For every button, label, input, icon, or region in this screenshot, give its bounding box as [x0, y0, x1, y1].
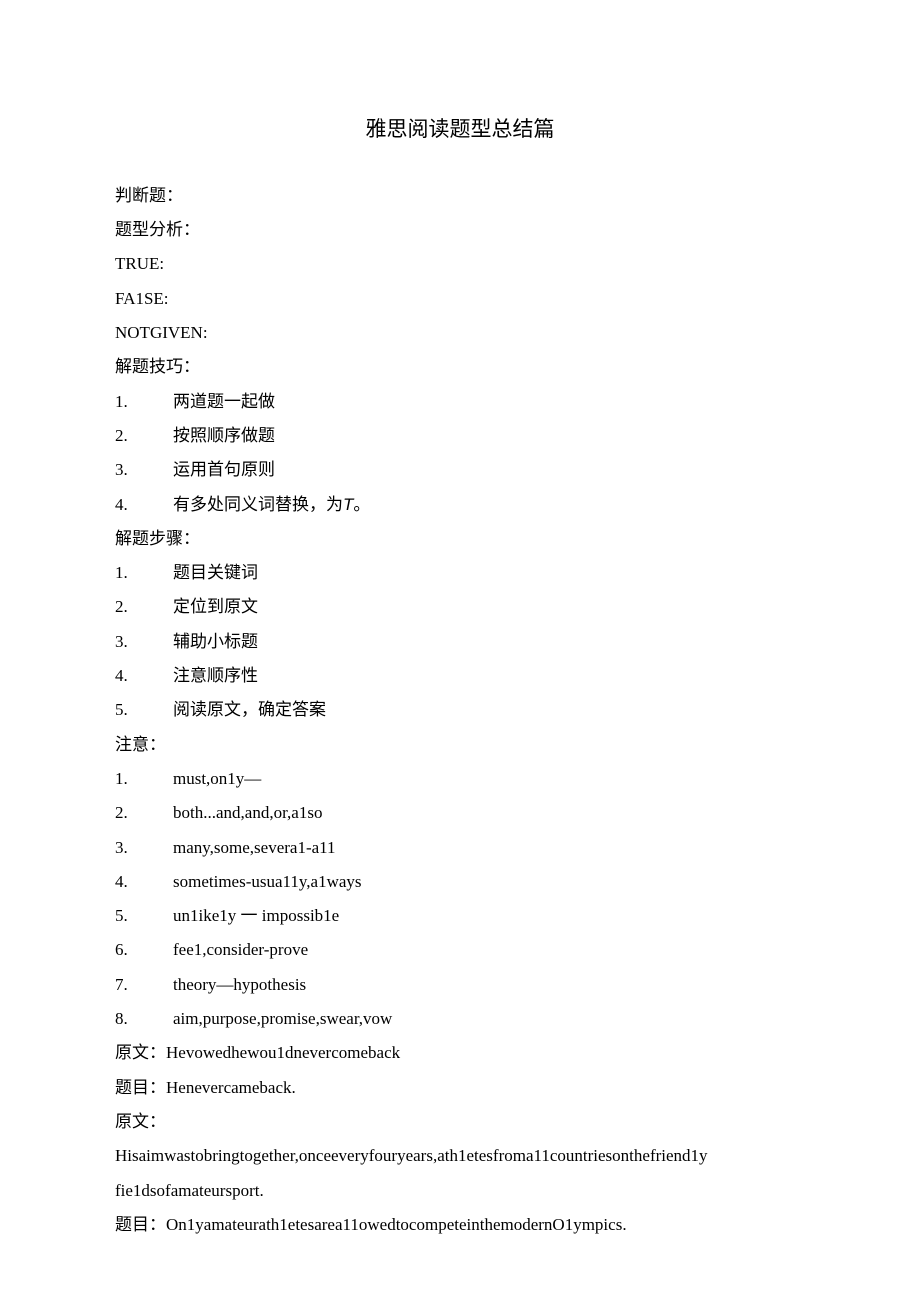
example2-source-line1: Hisaimwastobringtogether,onceeveryfourye… [115, 1140, 805, 1172]
example1-question: 题目：Henevercameback. [115, 1072, 805, 1104]
skills-label: 解题技巧： [115, 351, 805, 383]
list-item: 2. 按照顺序做题 [115, 420, 805, 452]
list-text: 题目关键词 [173, 557, 805, 589]
list-number: 8. [115, 1003, 173, 1035]
list-text: 两道题一起做 [173, 386, 805, 418]
list-item: 1. 题目关键词 [115, 557, 805, 589]
list-number: 5. [115, 694, 173, 726]
list-text: theory—hypothesis [173, 969, 805, 1001]
list-text-post: 。 [353, 495, 370, 514]
list-text: 辅助小标题 [173, 626, 805, 658]
example1-source: 原文：Hevowedhewou1dnevercomeback [115, 1037, 805, 1069]
example2-source-line2: fie1dsofamateursport. [115, 1175, 805, 1207]
list-number: 3. [115, 832, 173, 864]
notes-label: 注意： [115, 729, 805, 761]
list-item: 4. 有多处同义词替换，为T。 [115, 489, 805, 521]
list-number: 3. [115, 454, 173, 486]
list-number: 2. [115, 797, 173, 829]
list-item: 2. 定位到原文 [115, 591, 805, 623]
list-text-pre: 有多处同义词替换，为 [173, 495, 343, 514]
list-number: 1. [115, 763, 173, 795]
steps-label: 解题步骤： [115, 523, 805, 555]
list-number: 4. [115, 866, 173, 898]
example2-source-label: 原文： [115, 1106, 805, 1138]
list-text: must,on1y— [173, 763, 805, 795]
list-text: sometimes-usua11y,a1ways [173, 866, 805, 898]
list-text: both...and,and,or,a1so [173, 797, 805, 829]
list-text: 注意顺序性 [173, 660, 805, 692]
list-text: fee1,consider-prove [173, 934, 805, 966]
list-item: 3. many,some,severa1-a11 [115, 832, 805, 864]
list-item: 5. un1ike1y 一 impossib1e [115, 900, 805, 932]
list-text-t: T [343, 495, 353, 514]
list-item: 6. fee1,consider-prove [115, 934, 805, 966]
list-text: aim,purpose,promise,swear,vow [173, 1003, 805, 1035]
list-text: 按照顺序做题 [173, 420, 805, 452]
list-text: 定位到原文 [173, 591, 805, 623]
list-text: 阅读原文，确定答案 [173, 694, 805, 726]
list-number: 3. [115, 626, 173, 658]
list-item: 2. both...and,and,or,a1so [115, 797, 805, 829]
list-text: un1ike1y 一 impossib1e [173, 900, 805, 932]
type-analysis-label: 题型分析： [115, 214, 805, 246]
list-item: 4. 注意顺序性 [115, 660, 805, 692]
list-item: 1. must,on1y— [115, 763, 805, 795]
list-item: 4. sometimes-usua11y,a1ways [115, 866, 805, 898]
notgiven-label: NOTGIVEN: [115, 317, 805, 349]
true-label: TRUE: [115, 248, 805, 280]
page-title: 雅思阅读题型总结篇 [115, 110, 805, 150]
list-item: 3. 辅助小标题 [115, 626, 805, 658]
list-item: 3. 运用首句原则 [115, 454, 805, 486]
false-label: FA1SE: [115, 283, 805, 315]
list-item: 5. 阅读原文，确定答案 [115, 694, 805, 726]
list-text: 运用首句原则 [173, 454, 805, 486]
list-number: 1. [115, 557, 173, 589]
list-number: 4. [115, 660, 173, 692]
list-text: 有多处同义词替换，为T。 [173, 489, 805, 521]
list-number: 5. [115, 900, 173, 932]
list-item: 8. aim,purpose,promise,swear,vow [115, 1003, 805, 1035]
list-number: 6. [115, 934, 173, 966]
judge-label: 判断题： [115, 180, 805, 212]
list-item: 7. theory—hypothesis [115, 969, 805, 1001]
list-number: 4. [115, 489, 173, 521]
list-number: 1. [115, 386, 173, 418]
list-number: 7. [115, 969, 173, 1001]
list-number: 2. [115, 420, 173, 452]
list-item: 1. 两道题一起做 [115, 386, 805, 418]
list-text: many,some,severa1-a11 [173, 832, 805, 864]
example2-question: 题目：On1yamateurath1etesarea11owedtocompet… [115, 1209, 805, 1241]
list-number: 2. [115, 591, 173, 623]
